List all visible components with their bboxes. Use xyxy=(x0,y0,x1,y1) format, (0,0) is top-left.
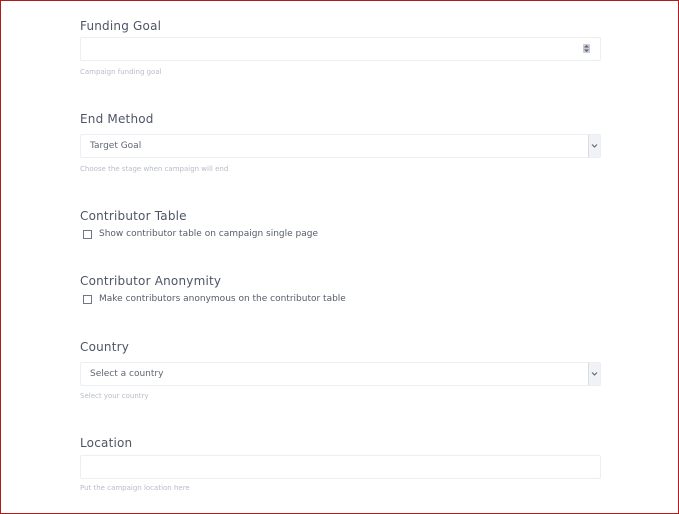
contributor-anonymity-section: Contributor Anonymity Make contributors … xyxy=(80,274,601,304)
number-spinner-icon[interactable] xyxy=(583,44,590,53)
contributor-table-label: Contributor Table xyxy=(80,209,187,223)
country-label: Country xyxy=(80,340,130,354)
country-select[interactable]: Select a country xyxy=(80,362,601,386)
country-section: Country Select a country Select your cou… xyxy=(80,340,601,400)
chevron-down-icon[interactable] xyxy=(588,135,600,157)
funding-goal-input[interactable] xyxy=(80,37,601,61)
contributor-anonymity-option[interactable]: Make contributors anonymous on the contr… xyxy=(83,294,346,305)
contributor-anonymity-checkbox-label: Make contributors anonymous on the contr… xyxy=(99,294,346,304)
contributor-anonymity-checkbox[interactable] xyxy=(83,295,92,304)
end-method-help: Choose the stage when campaign will end xyxy=(80,165,229,173)
contributor-table-section: Contributor Table Show contributor table… xyxy=(80,209,601,239)
country-selected: Select a country xyxy=(90,369,164,379)
contributor-table-option[interactable]: Show contributor table on campaign singl… xyxy=(83,229,318,240)
location-section: Location Put the campaign location here xyxy=(80,436,601,492)
location-label: Location xyxy=(80,436,133,450)
funding-goal-help: Campaign funding goal xyxy=(80,68,162,76)
location-help: Put the campaign location here xyxy=(80,484,190,492)
end-method-section: End Method Target Goal Choose the stage … xyxy=(80,112,601,173)
contributor-anonymity-label: Contributor Anonymity xyxy=(80,274,222,288)
country-help: Select your country xyxy=(80,392,149,400)
form-frame: Funding Goal Campaign funding goal End M… xyxy=(0,0,679,514)
funding-goal-section: Funding Goal Campaign funding goal xyxy=(80,19,601,76)
contributor-table-checkbox[interactable] xyxy=(83,230,92,239)
end-method-select[interactable]: Target Goal xyxy=(80,134,601,158)
end-method-label: End Method xyxy=(80,112,154,126)
chevron-down-icon[interactable] xyxy=(588,363,600,385)
location-input[interactable] xyxy=(80,455,601,479)
contributor-table-checkbox-label: Show contributor table on campaign singl… xyxy=(99,229,318,239)
funding-goal-label: Funding Goal xyxy=(80,19,162,33)
end-method-selected: Target Goal xyxy=(90,141,142,151)
